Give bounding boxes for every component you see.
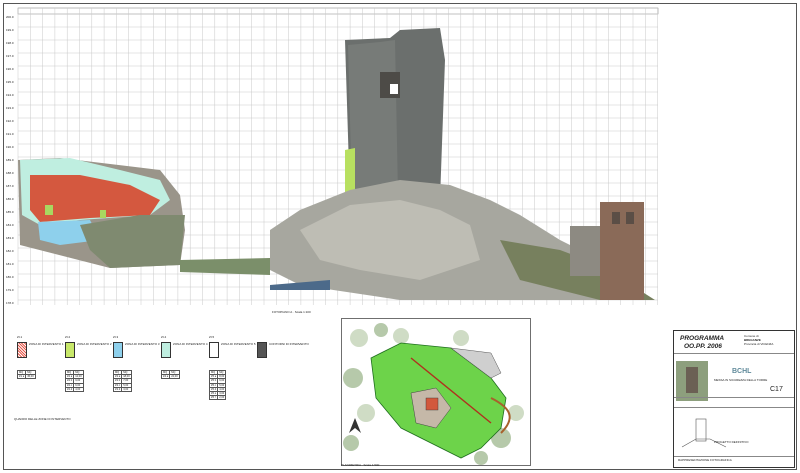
footer-label: RAPPRESENTAZIONE FOTOGRAFICA	[678, 458, 732, 462]
tower-thumbnail	[676, 361, 708, 401]
legend-area: ZI.1 ZONA DI INTERVENTO 1 MQ MQ Z1 a 45,00 ZI.…	[9, 330, 327, 422]
scale-tick-label: 179.0	[6, 288, 14, 292]
legend-title: QUADRO DELLE ZONE DI INTERVENTO	[14, 417, 71, 421]
scale-tick-label: 193.0	[6, 106, 14, 110]
legend-label: ZONA DI INTERVENTO 2	[77, 342, 112, 346]
scale-tick-label: 192.0	[6, 119, 14, 123]
scale-tick-label: 182.0	[6, 249, 14, 253]
scale-tick-label: 178.0	[6, 301, 14, 305]
legend-table: MQ MQ Z5 a 8,00 Z5 b 6,00 Z5 c 5,00 Z5 d 4,00 Z5 e…	[208, 369, 227, 401]
project-title: MESSA IN SICUREZZA DELLA TORRE	[714, 378, 768, 382]
legend-table: MQ MQ Z2 a 12,00 Z2 b 9,00 Z2 c 6,00 Z2 d 4,00	[64, 369, 84, 392]
legend-table: MQ MQ Z1 a 45,00	[16, 369, 36, 380]
program-title: PROGRAMMA	[680, 335, 725, 342]
scale-tick-label: 186.0	[6, 197, 14, 201]
scale-tick-label: 195.0	[6, 80, 14, 84]
legend-label: CONTORNI DI INTERVENTO	[269, 342, 309, 346]
scale-tick-label: 190.0	[6, 145, 14, 149]
scale-tick-label: 184.0	[6, 223, 14, 227]
title-block: PROGRAMMA OO.PP. 2006 Comune di BREGANZE…	[673, 330, 795, 468]
drawing-sheet: 200.0 199.0 198.0 197.0 196.0 195.0 194.0 193.0…	[0, 0, 800, 473]
scale-tick-label: 185.0	[6, 210, 14, 214]
sheet-code: C17	[770, 386, 783, 393]
legend-swatch	[209, 342, 219, 358]
legend-table: MQ MQ Z3 a 18,00 Z3 b 7,00 Z3 c 5,00 Z3 d 3,00	[112, 369, 132, 392]
scale-tick-label: 188.0	[6, 171, 14, 175]
elevation-caption: FOTOPIANO A · Scala 1:100	[272, 310, 311, 314]
provincia-label: Provincia di VICENZA	[744, 342, 774, 346]
scale-tick-label: 191.0	[6, 132, 14, 136]
legend-swatch	[17, 342, 27, 358]
site-plan-caption: PLANIMETRIA · Scala 1:500	[341, 463, 380, 467]
legend-swatch	[113, 342, 123, 358]
legend-label: ZONA DI INTERVENTO 4	[173, 342, 208, 346]
legend-swatch	[257, 342, 267, 358]
scale-tick-label: 196.0	[6, 67, 14, 71]
scale-tick-label: 198.0	[6, 41, 14, 45]
scale-tick-label: 200.0	[6, 15, 14, 19]
logo: BCHL	[732, 368, 752, 375]
legend-code: ZI.1	[17, 335, 23, 339]
legend-code: ZI.4	[161, 335, 167, 339]
legend-label: ZONA DI INTERVENTO 3	[125, 342, 160, 346]
phase-label: PROGETTO DEFINITIVO	[714, 440, 749, 444]
scale-tick-label: 187.0	[6, 184, 14, 188]
left-wall-photo	[18, 158, 185, 268]
legend-table: MQ MQ Z4 a 22,00	[160, 369, 180, 380]
legend-code: ZI.2	[65, 335, 71, 339]
legend-code: ZI.3	[113, 335, 119, 339]
sketch-thumbnail	[681, 418, 727, 448]
scale-tick-label: 181.0	[6, 262, 14, 266]
legend-swatch	[65, 342, 75, 358]
tower-photo	[345, 28, 445, 200]
scale-tick-label: 183.0	[6, 236, 14, 240]
program-subtitle: OO.PP. 2006	[684, 343, 722, 350]
scale-tick-label: 199.0	[6, 28, 14, 32]
legend-label: ZONA DI INTERVENTO 1	[29, 342, 64, 346]
legend-label: ZONA DI INTERVENTO 5	[221, 342, 256, 346]
legend-code: ZI.5	[209, 335, 215, 339]
site-plan	[341, 318, 531, 466]
scale-tick-label: 197.0	[6, 54, 14, 58]
scale-tick-label: 189.0	[6, 158, 14, 162]
legend-swatch	[161, 342, 171, 358]
scale-tick-label: 180.0	[6, 275, 14, 279]
scale-tick-label: 194.0	[6, 93, 14, 97]
